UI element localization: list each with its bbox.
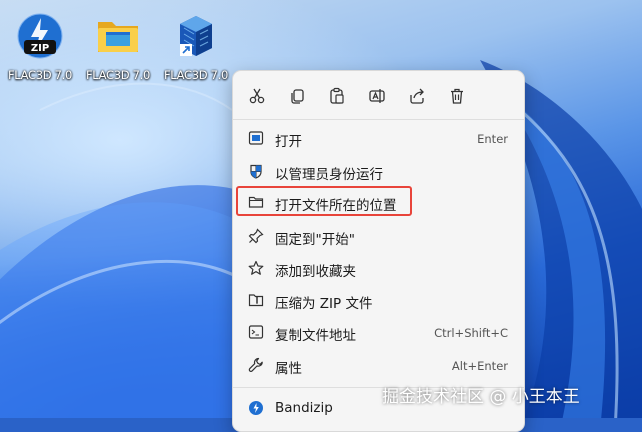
rename-button[interactable] <box>364 83 390 109</box>
watermark-text: 掘金技术社区 @ 小王本王 <box>382 387 580 407</box>
copy-button[interactable] <box>284 83 310 109</box>
folder-icon <box>98 22 138 52</box>
menu-item-add-to-favorites[interactable]: 添加到收藏夹 <box>239 253 518 283</box>
menu-item-label: 打开 <box>275 134 302 150</box>
star-icon <box>248 260 264 275</box>
menu-item-label: 固定到"开始" <box>275 232 355 248</box>
menu-item-label: 复制文件地址 <box>275 328 356 344</box>
menu-item-open[interactable]: 打开 Enter <box>239 123 518 153</box>
cut-button[interactable] <box>244 83 270 109</box>
menu-item-shortcut: Ctrl+Shift+C <box>434 326 508 340</box>
desktop-icon-flac3d-folder[interactable]: FLAC3D 7.0 <box>78 10 158 82</box>
share-icon <box>410 88 424 104</box>
shield-icon <box>250 164 262 179</box>
paste-icon <box>330 87 344 104</box>
pin-icon <box>248 228 264 244</box>
menu-separator <box>233 119 524 120</box>
app-shortcut-icon <box>180 16 212 56</box>
menu-item-shortcut: Enter <box>477 132 508 146</box>
menu-item-properties[interactable]: 属性 Alt+Enter <box>239 350 518 380</box>
context-menu: 打开 Enter 以管理员身份运行 打开文件所在的位置 固定到"开始" 添加到收… <box>232 70 525 432</box>
menu-item-pin-to-start[interactable]: 固定到"开始" <box>239 221 518 251</box>
rename-icon <box>369 89 385 103</box>
delete-button[interactable] <box>444 83 470 109</box>
copy-icon <box>291 89 304 104</box>
share-button[interactable] <box>404 83 430 109</box>
menu-item-label: 以管理员身份运行 <box>275 167 383 183</box>
zip-archive-icon: ZIP <box>17 13 63 59</box>
menu-item-shortcut: Alt+Enter <box>451 359 508 373</box>
context-menu-toolbar <box>233 71 524 119</box>
desktop-icon-caption: FLAC3D 7.0 <box>7 68 73 82</box>
menu-item-copy-path[interactable]: 复制文件地址 Ctrl+Shift+C <box>239 317 518 347</box>
wrench-icon <box>248 357 263 372</box>
desktop-icon-flac3d-app[interactable]: FLAC3D 7.0 <box>156 10 236 82</box>
menu-item-label: Bandizip <box>275 400 333 416</box>
menu-item-label: 属性 <box>275 361 302 377</box>
menu-item-label: 压缩为 ZIP 文件 <box>275 296 373 312</box>
scissors-icon <box>249 88 265 104</box>
open-window-icon <box>248 131 264 145</box>
copy-path-icon <box>248 325 264 339</box>
desktop-icon-caption: FLAC3D 7.0 <box>163 68 229 82</box>
menu-item-run-as-admin[interactable]: 以管理员身份运行 <box>239 156 518 186</box>
trash-icon <box>451 88 463 104</box>
menu-item-compress-zip[interactable]: 压缩为 ZIP 文件 <box>239 285 518 315</box>
desktop-icon-flac3d-zip[interactable]: ZIP FLAC3D 7.0 <box>0 10 80 82</box>
highlight-annotation-box <box>236 186 412 216</box>
desktop-icon-caption: FLAC3D 7.0 <box>85 68 151 82</box>
zip-compress-icon <box>248 294 264 307</box>
bandizip-icon <box>249 401 263 415</box>
zip-badge-text: ZIP <box>31 43 49 54</box>
paste-button[interactable] <box>324 83 350 109</box>
menu-item-label: 添加到收藏夹 <box>275 264 356 280</box>
